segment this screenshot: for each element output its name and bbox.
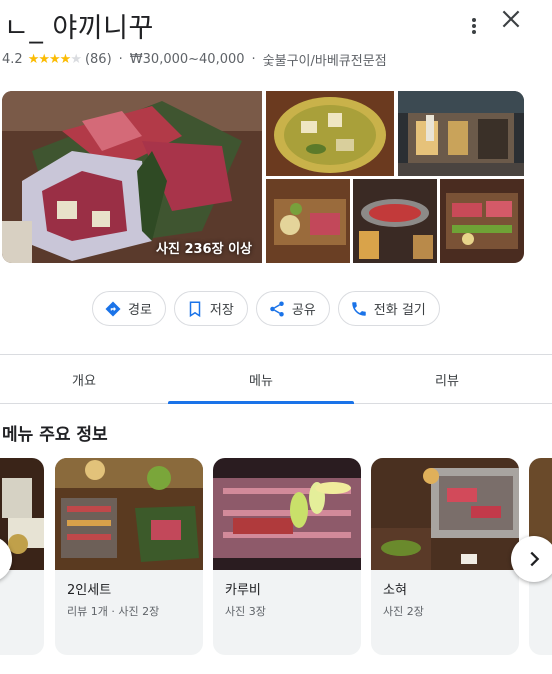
menu-card-meta: 리뷰 1개 · 사진 2장: [67, 605, 160, 618]
carousel-next-button[interactable]: [511, 536, 552, 582]
close-icon: [502, 10, 520, 28]
action-bar: 경로 저장 공유 전화 걸기: [92, 291, 440, 326]
place-title: ㄴ_ 야끼니꾸: [4, 13, 154, 44]
star-icon: ★: [27, 52, 40, 67]
separator-dot: ·: [118, 52, 123, 67]
menu-card-meta: 사진 3장: [225, 605, 266, 618]
menu-photo: [371, 458, 519, 570]
share-icon: [270, 301, 284, 316]
grill-image: [353, 179, 437, 263]
tab-reviews[interactable]: 리뷰: [354, 355, 540, 403]
share-label: 공유: [291, 303, 316, 318]
directions-button[interactable]: 경로: [92, 291, 166, 326]
tab-bar: 개요 메뉴 리뷰: [0, 354, 552, 404]
menu-card-carousel: 장 2인세트 리뷰 1개 · 사진 2장: [0, 458, 552, 658]
save-button[interactable]: 저장: [173, 291, 248, 326]
storefront-image: [398, 91, 524, 176]
call-button[interactable]: 전화 걸기: [337, 291, 440, 326]
close-button[interactable]: [498, 6, 524, 32]
photo-thumb-meat-board[interactable]: [266, 179, 350, 263]
more-options-button[interactable]: [464, 13, 484, 39]
bookmark-icon: [189, 301, 201, 317]
star-icon: ★: [59, 52, 72, 67]
separator-dot: ·: [251, 52, 256, 67]
menu-photo: [213, 458, 361, 570]
rating-value: 4.2: [2, 52, 23, 67]
photo-gallery: 사진 236장 이상: [2, 91, 524, 263]
place-meta: 4.2 ★★★★★ (86) · ₩30,000~40,000 · 숯불구이/바…: [2, 50, 387, 69]
call-label: 전화 걸기: [373, 303, 426, 318]
review-count[interactable]: (86): [85, 52, 112, 67]
menu-highlights-title: 메뉴 주요 정보: [2, 425, 108, 445]
chevron-right-icon: [530, 551, 540, 567]
directions-label: 경로: [128, 303, 152, 318]
place-category[interactable]: 숯불구이/바베큐전문점: [263, 50, 387, 69]
star-icon: ★: [49, 52, 61, 67]
more-vert-dot: [472, 24, 476, 28]
menu-card[interactable]: 2인세트 리뷰 1개 · 사진 2장: [55, 458, 203, 655]
main-photo[interactable]: 사진 236장 이상: [2, 91, 262, 263]
menu-card[interactable]: 카루비 사진 3장: [213, 458, 361, 655]
star-empty-icon: ★: [70, 52, 82, 67]
menu-card-meta: 사진 2장: [383, 605, 424, 618]
tab-menu-label: 메뉴: [249, 373, 273, 389]
star-rating: ★★★★★: [27, 52, 82, 67]
directions-icon: [105, 301, 121, 316]
tab-menu[interactable]: 메뉴: [168, 355, 354, 404]
menu-card-image: [371, 458, 519, 570]
phone-icon: [352, 301, 366, 316]
menu-card[interactable]: 소혀 사진 2장: [371, 458, 519, 655]
share-button[interactable]: 공유: [255, 291, 330, 326]
menu-card-image: [213, 458, 361, 570]
tab-overview[interactable]: 개요: [0, 355, 168, 403]
soup-image: [266, 91, 394, 176]
skewers-image: [440, 179, 524, 263]
more-vert-dot: [472, 30, 476, 34]
menu-card-image: [55, 458, 203, 570]
photo-thumb-storefront[interactable]: [398, 91, 524, 176]
meat-board-image: [266, 179, 350, 263]
photo-count-label: 사진 236장 이상: [156, 242, 252, 257]
photo-thumb-soup[interactable]: [266, 91, 394, 176]
menu-card-name: 2인세트: [67, 583, 112, 598]
save-label: 저장: [209, 303, 234, 318]
photo-thumb-skewers[interactable]: [440, 179, 524, 263]
more-vert-icon: [472, 18, 476, 22]
photo-thumb-grill[interactable]: [353, 179, 437, 263]
menu-card-name: 카루비: [225, 583, 261, 598]
menu-photo: [55, 458, 203, 570]
star-icon: ★: [38, 52, 50, 67]
tab-overview-label: 개요: [72, 373, 96, 389]
price-range: ₩30,000~40,000: [129, 52, 245, 67]
tab-reviews-label: 리뷰: [435, 373, 459, 389]
menu-card-name: 소혀: [383, 583, 407, 598]
